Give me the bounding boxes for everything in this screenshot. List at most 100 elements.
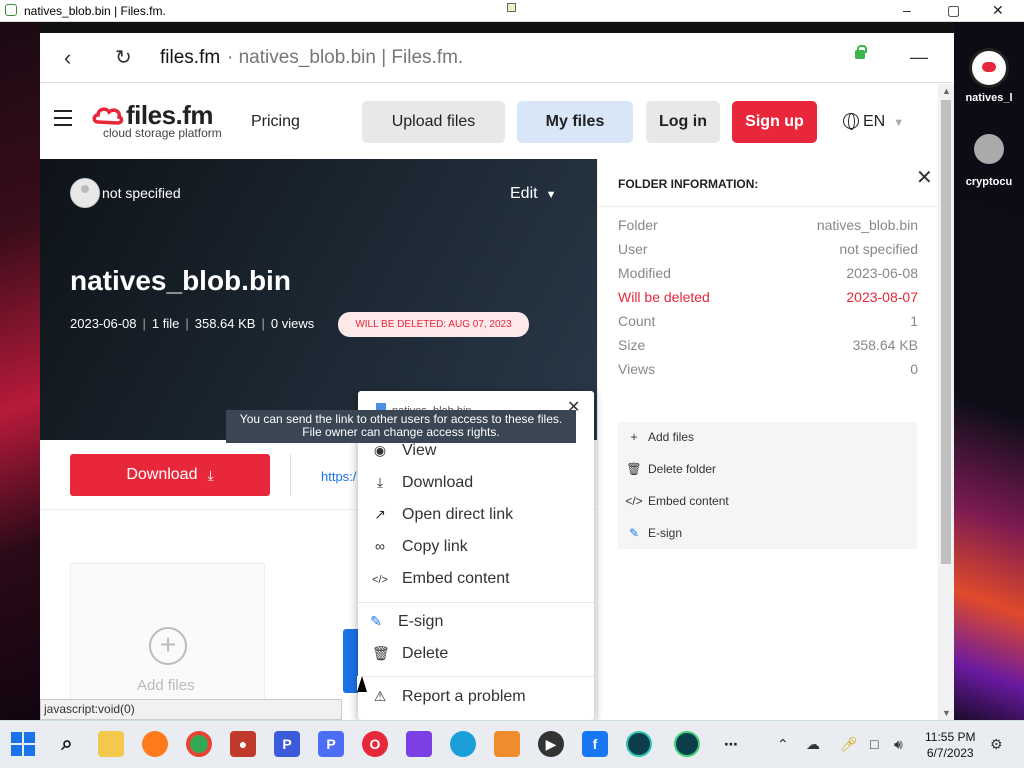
chrome-icon[interactable]: [186, 731, 212, 757]
action-delete-folder[interactable]: 🗑︎ Delete folder: [625, 462, 716, 476]
esign-icon: ✎: [628, 526, 640, 540]
upload-files-button[interactable]: Upload files: [362, 101, 505, 143]
window-minimize-button[interactable]: –: [903, 2, 911, 18]
desktop-icon-cryptocu[interactable]: cryptocu: [954, 134, 1024, 188]
start-icon[interactable]: [10, 731, 36, 757]
action-label: E-sign: [648, 526, 683, 540]
menu-item-label: E-sign: [398, 613, 444, 630]
window-maximize-button[interactable]: ▢: [947, 2, 960, 19]
resize-handle-top[interactable]: [507, 3, 516, 12]
info-row-views: Views 0: [618, 361, 918, 381]
download-button[interactable]: Download ⤓: [70, 454, 270, 496]
page-scrollbar[interactable]: ▲ ▼: [938, 84, 954, 720]
recorder-icon[interactable]: ●: [230, 731, 256, 757]
search-icon[interactable]: ⌕: [54, 731, 80, 757]
language-selector[interactable]: EN ▼: [843, 113, 904, 131]
menu-item-esign[interactable]: ✎ E-sign: [368, 613, 443, 631]
file-thumbnail[interactable]: [343, 629, 358, 693]
menu-divider: [358, 676, 594, 677]
scroll-down-icon[interactable]: ▼: [942, 708, 951, 718]
menu-item-copy-link[interactable]: ∞ Copy link: [372, 538, 468, 556]
more-icon[interactable]: ⋯: [718, 731, 744, 757]
menu-item-open-direct-link[interactable]: ↗ Open direct link: [372, 506, 513, 524]
add-files-card[interactable]: + Add files: [70, 563, 265, 720]
url-domain[interactable]: files.fm: [160, 47, 220, 69]
close-icon[interactable]: ✕: [916, 165, 933, 190]
volume-icon[interactable]: 🔊︎: [894, 736, 903, 753]
reload-icon[interactable]: ↻: [115, 45, 132, 70]
folder-info-panel: FOLDER INFORMATION: ✕ Folder natives_blob…: [597, 159, 939, 720]
p-app-2-icon[interactable]: P: [318, 731, 344, 757]
owner-name[interactable]: not specified: [102, 185, 181, 201]
menu-item-view[interactable]: ◉ View: [372, 442, 437, 460]
window-title: natives_blob.bin | Files.fm.: [24, 4, 166, 18]
clapper-icon[interactable]: [406, 731, 432, 757]
link-icon: ∞: [375, 538, 385, 554]
avatar[interactable]: [70, 178, 100, 208]
deletion-badge: WILL BE DELETED: AUG 07, 2023: [338, 312, 529, 337]
plus-circle-icon: +: [149, 627, 187, 665]
info-key: Folder: [618, 217, 658, 233]
notifications-icon[interactable]: ⚙: [990, 736, 1003, 753]
signup-button[interactable]: Sign up: [732, 101, 817, 143]
url-page-title[interactable]: · natives_blob.bin | Files.fm.: [227, 47, 463, 69]
code-icon: </>: [625, 494, 643, 508]
nav-pricing-link[interactable]: Pricing: [251, 113, 300, 131]
menu-item-report-problem[interactable]: ⚠︎ Report a problem: [372, 688, 526, 706]
facebook-icon[interactable]: f: [582, 731, 608, 757]
menu-item-download[interactable]: ⤓ Download: [372, 474, 473, 492]
action-label: Embed content: [648, 494, 729, 508]
globe-icon: [843, 113, 859, 130]
action-esign[interactable]: ✎ E-sign: [625, 526, 682, 540]
edit-dropdown[interactable]: Edit ▼: [510, 185, 556, 203]
folder-info-header: FOLDER INFORMATION:: [618, 177, 759, 191]
taskbar: ⌕ ● P P O ▶ f ⋯ ⌃ ☁ 🎤︎ □ 🔊︎ 11:55 PM 6/7…: [0, 720, 1024, 768]
info-key: Size: [618, 337, 646, 353]
lock-icon[interactable]: [855, 45, 867, 59]
login-button[interactable]: Log in: [646, 101, 720, 143]
microphone-icon[interactable]: 🎤︎: [840, 736, 858, 753]
cloud-logo-icon[interactable]: [92, 104, 124, 126]
desktop-icon-label: cryptocu: [965, 176, 1013, 188]
action-add-files[interactable]: + Add files: [625, 430, 694, 444]
onedrive-icon[interactable]: ☁: [806, 736, 820, 753]
edge-icon[interactable]: [450, 731, 476, 757]
opera-icon[interactable]: O: [362, 731, 388, 757]
back-icon[interactable]: ‹: [64, 45, 71, 71]
window-close-button[interactable]: ✕: [992, 2, 1004, 19]
download-icon: ⤓: [376, 474, 384, 490]
info-row-count: Count 1: [618, 313, 918, 333]
info-value: not specified: [839, 241, 918, 257]
browser-window: ‹ ↻ files.fm · natives_blob.bin | Files.…: [40, 33, 954, 720]
p-app-icon[interactable]: P: [274, 731, 300, 757]
scroll-up-icon[interactable]: ▲: [942, 86, 951, 96]
action-embed-content[interactable]: </> Embed content: [625, 494, 729, 508]
menu-item-embed-content[interactable]: </> Embed content: [372, 570, 510, 588]
info-key: Views: [618, 361, 656, 377]
menu-item-label: Copy link: [402, 538, 468, 555]
desktop-icon-natives[interactable]: natives_l: [954, 48, 1024, 104]
office-icon[interactable]: [494, 731, 520, 757]
external-link-icon: ↗: [374, 506, 386, 522]
desktop-wallpaper-left: [0, 22, 40, 720]
my-files-button[interactable]: My files: [517, 101, 633, 143]
opera-gx-icon[interactable]: [626, 731, 652, 757]
action-label: Delete folder: [648, 462, 717, 476]
firefox-icon[interactable]: [142, 731, 168, 757]
taskbar-clock[interactable]: 11:55 PM 6/7/2023: [925, 729, 975, 761]
info-value: 2023-06-08: [846, 265, 918, 281]
info-value: 0: [910, 361, 918, 377]
file-explorer-icon[interactable]: [98, 731, 124, 757]
hamburger-menu-icon[interactable]: [54, 110, 72, 126]
scrollbar-thumb[interactable]: [941, 100, 951, 564]
media-player-icon[interactable]: ▶: [538, 731, 564, 757]
network-icon[interactable]: □: [870, 736, 878, 752]
minimize-icon[interactable]: —: [910, 47, 928, 68]
menu-item-label: Embed content: [402, 570, 510, 587]
chevron-up-icon[interactable]: ⌃: [777, 736, 789, 753]
opera-gx-active-icon[interactable]: [674, 731, 700, 757]
meta-file-count: 1 file: [151, 316, 180, 331]
desktop-wallpaper-right: [953, 22, 1024, 720]
menu-item-delete[interactable]: 🗑︎ Delete: [372, 645, 448, 663]
app-icon: [5, 4, 17, 16]
